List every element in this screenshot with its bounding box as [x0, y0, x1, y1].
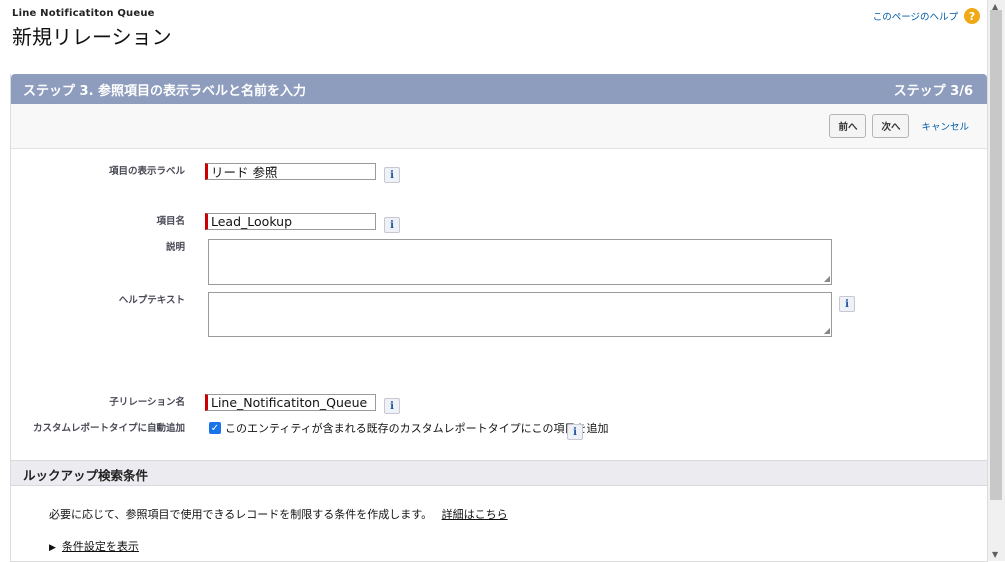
- show-filter-toggle[interactable]: ▶ 条件設定を表示: [49, 538, 139, 554]
- resize-handle-icon[interactable]: ◢: [824, 326, 830, 335]
- description-label: 説明: [165, 242, 185, 253]
- help-text-textarea[interactable]: ◢: [208, 292, 832, 337]
- child-relation-label: 子リレーション名: [109, 397, 185, 408]
- field-name-label: 項目名: [156, 216, 185, 227]
- step-header: ステップ 3. 参照項目の表示ラベルと名前を入力 ステップ 3/6: [11, 74, 987, 104]
- page-header: Line Notificatiton Queue 新規リレーション: [12, 8, 172, 50]
- prev-button[interactable]: 前へ: [829, 114, 867, 138]
- help-link[interactable]: このページのヘルプ: [873, 9, 958, 23]
- field-name-input[interactable]: [205, 213, 376, 230]
- show-filter-link[interactable]: 条件設定を表示: [62, 540, 139, 553]
- object-name: Line Notificatiton Queue: [12, 8, 155, 19]
- wizard-panel: ステップ 3. 参照項目の表示ラベルと名前を入力 ステップ 3/6 前へ 次へ …: [10, 74, 988, 562]
- custom-report-checkbox[interactable]: ✓: [209, 422, 221, 434]
- help-link-group[interactable]: このページのヘルプ ?: [873, 8, 980, 24]
- custom-report-label: カスタムレポートタイプに自動追加: [32, 423, 185, 434]
- resize-handle-icon[interactable]: ◢: [824, 274, 830, 283]
- help-text-label: ヘルプテキスト: [118, 295, 185, 306]
- page-title: 新規リレーション: [12, 25, 172, 49]
- scroll-thumb[interactable]: [990, 10, 1002, 500]
- info-icon[interactable]: i: [384, 167, 400, 183]
- step-counter: ステップ 3/6: [893, 83, 973, 99]
- step-title: ステップ 3. 参照項目の表示ラベルと名前を入力: [23, 83, 307, 99]
- expand-triangle-icon[interactable]: ▶: [49, 543, 56, 553]
- vertical-scrollbar[interactable]: ▲ ▼: [987, 0, 1005, 561]
- field-label-label: 項目の表示ラベル: [108, 166, 185, 177]
- cancel-link[interactable]: キャンセル: [921, 119, 969, 133]
- info-icon[interactable]: i: [567, 424, 583, 440]
- next-button[interactable]: 次へ: [872, 114, 910, 138]
- description-textarea[interactable]: ◢: [208, 239, 832, 285]
- details-link[interactable]: 詳細はこちら: [442, 508, 508, 521]
- lookup-filter-section-header: ルックアップ検索条件: [11, 460, 987, 486]
- lookup-filter-description: 必要に応じて、参照項目で使用できるレコードを制限する条件を作成します。 詳細はこ…: [49, 506, 508, 522]
- custom-report-checkbox-label[interactable]: このエンティティが含まれる既存のカスタムレポートタイプにこの項目を追加: [225, 420, 608, 436]
- question-icon[interactable]: ?: [964, 8, 980, 24]
- lookup-filter-description-text: 必要に応じて、参照項目で使用できるレコードを制限する条件を作成します。: [49, 508, 433, 521]
- child-relation-input[interactable]: [205, 394, 376, 411]
- info-icon[interactable]: i: [384, 217, 400, 233]
- info-icon[interactable]: i: [839, 296, 855, 312]
- field-label-input[interactable]: [205, 163, 376, 180]
- info-icon[interactable]: i: [384, 398, 400, 414]
- lookup-filter-title: ルックアップ検索条件: [23, 468, 149, 483]
- button-row: 前へ 次へ キャンセル: [11, 104, 987, 149]
- scroll-down-icon[interactable]: ▼: [992, 550, 998, 559]
